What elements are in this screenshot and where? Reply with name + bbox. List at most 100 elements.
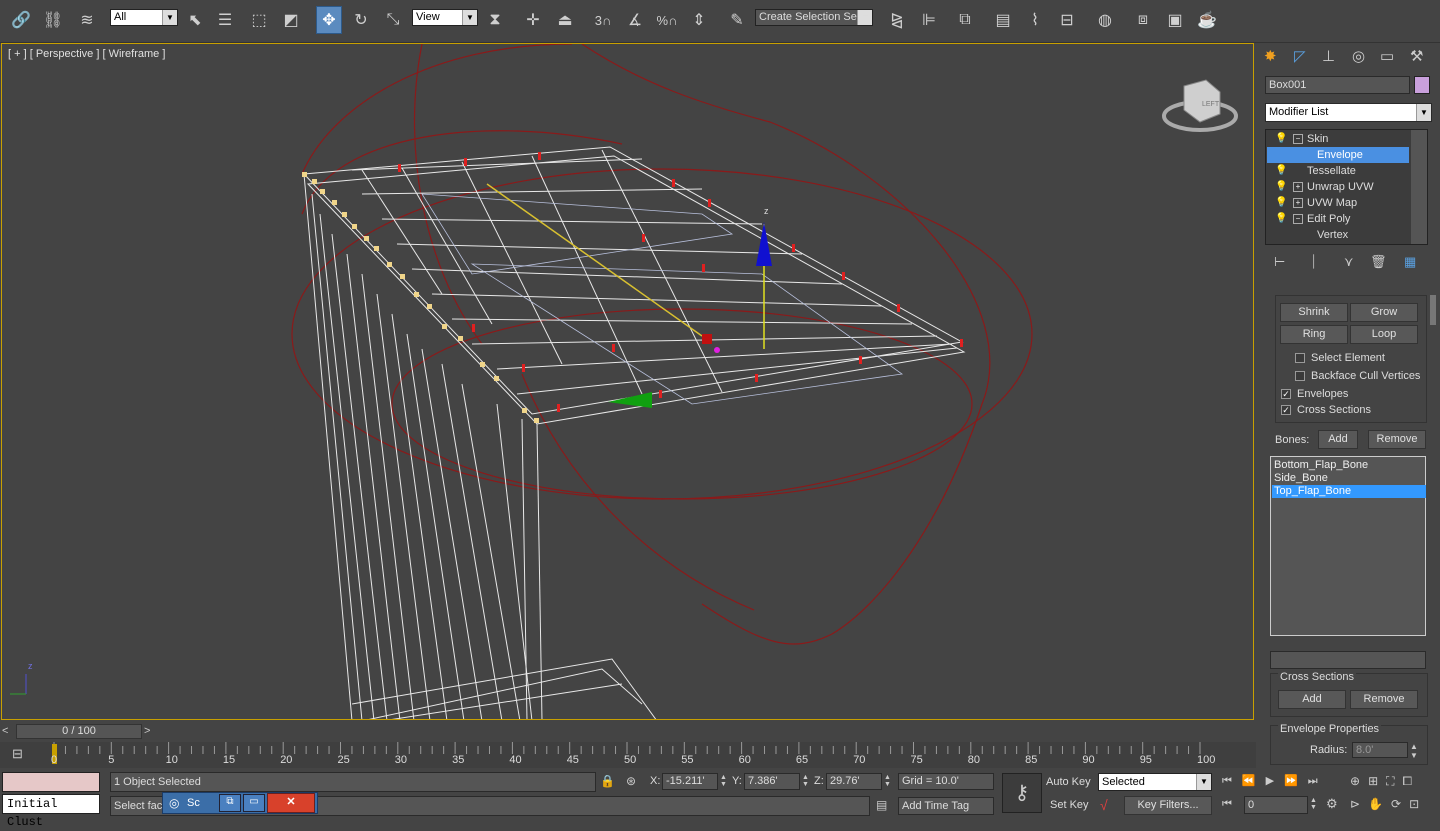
- maxscript-mini-listener[interactable]: Initial Clust: [2, 794, 100, 829]
- bone-name-field[interactable]: [1270, 651, 1426, 669]
- lightbulb-icon[interactable]: 💡: [1275, 195, 1287, 211]
- unlink-icon[interactable]: ⛓: [40, 6, 66, 34]
- add-cross-section-button[interactable]: Add: [1278, 690, 1346, 709]
- bind-spacewarp-icon[interactable]: ≋: [74, 6, 100, 34]
- track-bar[interactable]: ⊟ 0 5 10 15 20 25 30 35 40 45 50 55 60 65 70 75 80 85 90 95…: [0, 742, 1256, 768]
- shrink-button[interactable]: Shrink: [1280, 303, 1348, 322]
- radius-spinner[interactable]: 8.0': [1352, 742, 1408, 758]
- mirror-icon[interactable]: ⧎: [884, 6, 910, 34]
- spinner-snap-icon[interactable]: ⇕: [686, 6, 712, 34]
- go-to-start-icon[interactable]: ⏮: [1222, 775, 1242, 787]
- snaps-toggle-icon[interactable]: 3 ∩: [590, 6, 616, 34]
- time-configuration-icon[interactable]: ⚙: [1326, 796, 1338, 812]
- select-by-name-icon[interactable]: ☰: [212, 6, 238, 34]
- prev-frame-arrow-icon[interactable]: <: [2, 725, 8, 737]
- select-element-checkbox[interactable]: [1295, 353, 1305, 363]
- cross-sections-checkbox[interactable]: ✓: [1281, 405, 1291, 415]
- auto-key-button[interactable]: Auto Key: [1046, 776, 1091, 788]
- orbit-icon[interactable]: ⟳: [1391, 797, 1409, 811]
- remove-modifier-icon[interactable]: 🗑: [1370, 254, 1387, 270]
- modifier-stack-item[interactable]: 💡 + UVW Map: [1267, 195, 1409, 211]
- set-key-icon[interactable]: ⚷: [1002, 773, 1042, 813]
- modifier-stack-item[interactable]: 💡 + Unwrap UVW: [1267, 179, 1409, 195]
- go-to-end-icon[interactable]: ⏭: [1308, 775, 1328, 787]
- x-coordinate-field[interactable]: -15.211': [662, 773, 718, 790]
- absolute-mode-icon[interactable]: ⊛: [626, 774, 636, 788]
- curve-editor-icon[interactable]: ⌇: [1022, 6, 1048, 34]
- perspective-viewport[interactable]: [ + ] [ Perspective ] [ Wireframe ] z z …: [1, 43, 1254, 720]
- loop-button[interactable]: Loop: [1350, 325, 1418, 344]
- set-key-button[interactable]: Set Key: [1050, 799, 1089, 811]
- object-name-field[interactable]: Box001: [1265, 76, 1410, 94]
- edit-named-selection-icon[interactable]: ✎: [724, 6, 750, 34]
- modify-tab-icon[interactable]: ◸: [1294, 47, 1306, 65]
- angle-snap-icon[interactable]: ∡: [622, 6, 648, 34]
- previous-frame-icon[interactable]: ⏪: [1242, 775, 1266, 787]
- bone-list-item[interactable]: Top_Flap_Bone: [1272, 485, 1426, 498]
- modifier-stack[interactable]: 💡 − Skin Envelope 💡 Tessellate 💡 + Unwrap UVW 💡 + U…: [1265, 129, 1428, 245]
- z-coordinate-field[interactable]: 29.76': [826, 773, 882, 790]
- object-color-swatch[interactable]: [1414, 76, 1430, 94]
- lock-selection-icon[interactable]: 🔒: [600, 774, 615, 788]
- key-selection-dropdown[interactable]: Selected ▼: [1098, 773, 1212, 791]
- remove-cross-section-button[interactable]: Remove: [1350, 690, 1418, 709]
- lightbulb-icon[interactable]: 💡: [1275, 163, 1287, 179]
- key-filters-button[interactable]: Key Filters...: [1124, 796, 1212, 815]
- modifier-stack-item[interactable]: 💡 − Edit Poly: [1267, 211, 1409, 227]
- stack-scrollbar[interactable]: [1411, 130, 1427, 244]
- play-icon[interactable]: ▶: [1266, 775, 1284, 787]
- modifier-list-dropdown[interactable]: Modifier List ▼: [1265, 103, 1432, 122]
- display-tab-icon[interactable]: ▭: [1380, 47, 1394, 65]
- utilities-tab-icon[interactable]: ⚒: [1410, 47, 1423, 65]
- time-slider-thumb[interactable]: 0 / 100: [16, 724, 142, 739]
- panel-scrollbar[interactable]: [1430, 295, 1436, 325]
- floating-window-bar[interactable]: ◎ Sc ⧉ ▭ ✕: [162, 792, 318, 814]
- restore-icon[interactable]: ⧉: [219, 794, 241, 812]
- pivot-center-icon[interactable]: ⧗: [482, 6, 508, 34]
- spinner-arrows-icon[interactable]: ▲ ▼: [802, 774, 809, 788]
- close-icon[interactable]: ✕: [267, 793, 315, 813]
- material-editor-icon[interactable]: ◍: [1092, 6, 1118, 34]
- scene-explorer-icon[interactable]: ▤: [990, 6, 1016, 34]
- hierarchy-tab-icon[interactable]: ⊥: [1322, 47, 1335, 65]
- ring-button[interactable]: Ring: [1280, 325, 1348, 344]
- maxscript-listener-pink[interactable]: [2, 772, 100, 792]
- named-selection-sets-select[interactable]: Create Selection Se ▼: [755, 9, 873, 26]
- pin-stack-icon[interactable]: ⊢: [1274, 254, 1285, 270]
- rendered-frame-window-icon[interactable]: ▣: [1162, 6, 1188, 34]
- modifier-stack-item[interactable]: 💡 − Skin: [1267, 131, 1409, 147]
- y-coordinate-field[interactable]: 7.386': [744, 773, 800, 790]
- select-and-rotate-icon[interactable]: ↻: [348, 6, 374, 34]
- next-frame-icon[interactable]: ⏩: [1284, 775, 1308, 787]
- configure-modifier-sets-icon[interactable]: ▦: [1404, 254, 1416, 270]
- key-mode-toggle-icon[interactable]: ⏮: [1222, 798, 1232, 811]
- show-end-result-icon[interactable]: ⏐: [1310, 254, 1317, 270]
- remove-bone-button[interactable]: Remove: [1368, 430, 1426, 449]
- zoom-extents-all-icon[interactable]: ⧠: [1403, 774, 1421, 788]
- reference-coordinate-select[interactable]: View ▼: [412, 9, 478, 26]
- current-frame-field[interactable]: 0: [1244, 796, 1308, 814]
- expand-icon[interactable]: +: [1293, 182, 1303, 192]
- percent-snap-icon[interactable]: %∩: [654, 6, 680, 34]
- spinner-arrows-icon[interactable]: ▲ ▼: [1310, 797, 1317, 811]
- zoom-all-icon[interactable]: ⊞: [1368, 774, 1386, 788]
- maximize-icon[interactable]: ▭: [243, 794, 265, 812]
- select-object-icon[interactable]: ⬉: [182, 6, 208, 34]
- layer-manager-icon[interactable]: ⧉: [952, 6, 978, 34]
- render-teapot-icon[interactable]: ☕: [1194, 6, 1220, 34]
- zoom-icon[interactable]: ⊕: [1350, 774, 1368, 788]
- motion-tab-icon[interactable]: ◎: [1352, 47, 1365, 65]
- maximize-viewport-icon[interactable]: ⊡: [1409, 797, 1427, 811]
- bone-list-item[interactable]: Bottom_Flap_Bone: [1272, 459, 1426, 472]
- add-time-tag-button[interactable]: Add Time Tag: [898, 797, 994, 815]
- collapse-icon[interactable]: −: [1293, 134, 1303, 144]
- align-icon[interactable]: ⊫: [916, 6, 942, 34]
- spinner-arrows-icon[interactable]: ▲ ▼: [720, 774, 727, 788]
- collapse-icon[interactable]: −: [1293, 214, 1303, 224]
- create-tab-icon[interactable]: ✸: [1264, 47, 1277, 65]
- field-of-view-icon[interactable]: ⊳: [1350, 797, 1368, 811]
- bones-list[interactable]: Bottom_Flap_Bone Side_Bone Top_Flap_Bone: [1270, 456, 1426, 636]
- render-setup-icon[interactable]: ⧈: [1130, 6, 1156, 34]
- keyboard-shortcut-override-icon[interactable]: ⏏: [552, 6, 578, 34]
- backface-cull-checkbox[interactable]: [1295, 371, 1305, 381]
